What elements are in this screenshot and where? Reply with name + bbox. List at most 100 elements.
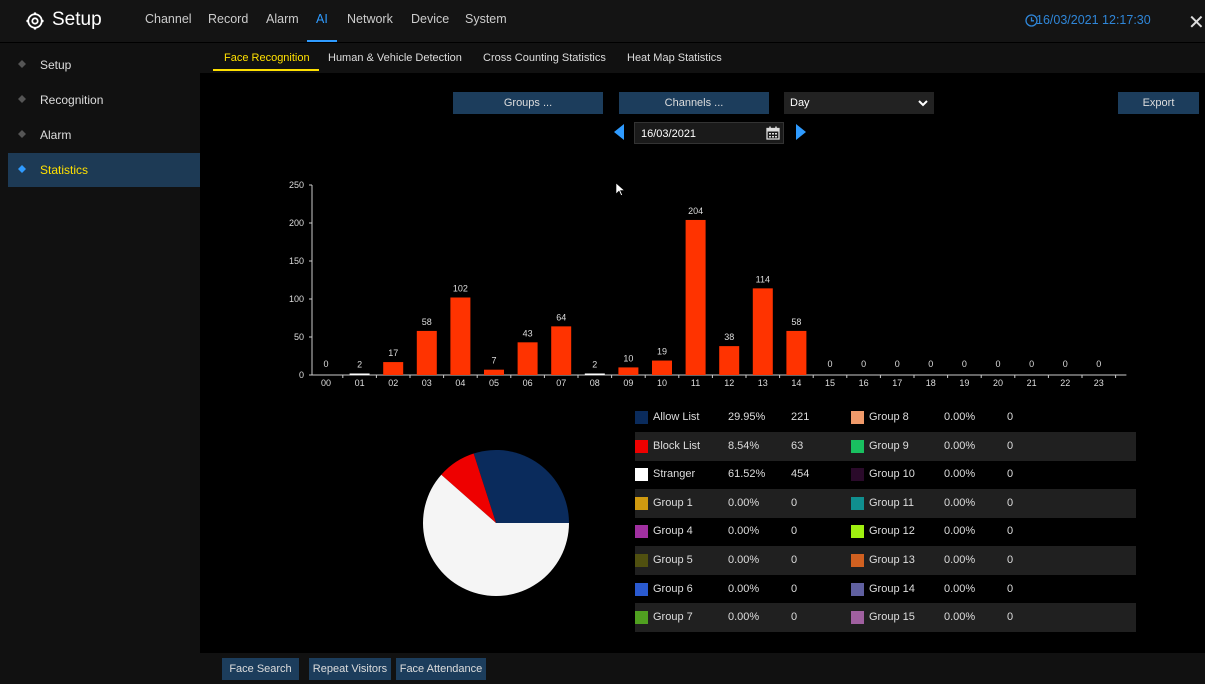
bar-value-label: 0 bbox=[827, 359, 832, 369]
nav-network[interactable]: Network bbox=[347, 12, 393, 26]
y-tick-label: 150 bbox=[289, 256, 304, 266]
chart-bar bbox=[618, 367, 639, 375]
x-tick-label: 17 bbox=[892, 378, 902, 388]
bar-value-label: 64 bbox=[556, 312, 566, 322]
chart-bar bbox=[652, 360, 672, 375]
chart-bar bbox=[450, 297, 471, 375]
legend-pct: 0.00% bbox=[944, 525, 976, 538]
legend-count: 63 bbox=[791, 439, 804, 452]
legend-color-swatch bbox=[851, 611, 864, 625]
sidebar-item-recognition[interactable]: Recognition bbox=[8, 83, 200, 117]
legend-count: 0 bbox=[1007, 554, 1014, 566]
bar-value-label: 102 bbox=[453, 283, 468, 293]
chevron-left-icon[interactable] bbox=[612, 123, 626, 141]
system-datetime: 16/03/2021 12:17:30 bbox=[1036, 13, 1151, 27]
x-tick-label: 13 bbox=[758, 378, 768, 388]
diamond-icon bbox=[18, 95, 26, 103]
export-button[interactable]: Export bbox=[1118, 92, 1199, 114]
legend-color-swatch bbox=[635, 411, 648, 424]
bar-value-label: 38 bbox=[724, 332, 734, 342]
bar-value-label: 0 bbox=[1029, 359, 1034, 369]
chart-bar bbox=[786, 330, 807, 375]
chart-bar bbox=[752, 288, 773, 375]
legend-pct: 0.00% bbox=[944, 554, 976, 566]
nav-alarm[interactable]: Alarm bbox=[266, 12, 299, 26]
legend-pct: 8.54% bbox=[728, 439, 760, 452]
period-select-value: Day bbox=[790, 97, 810, 109]
nav-system[interactable]: System bbox=[465, 12, 507, 26]
bar-value-label: 0 bbox=[1096, 359, 1101, 369]
legend-count: 0 bbox=[791, 554, 798, 566]
x-tick-label: 01 bbox=[355, 378, 365, 388]
legend-name: Group 13 bbox=[869, 554, 915, 566]
legend-count: 0 bbox=[1007, 496, 1014, 509]
legend-pct: 0.00% bbox=[944, 439, 976, 452]
tab-heat-map-statistics[interactable]: Heat Map Statistics bbox=[627, 52, 722, 64]
legend-color-swatch bbox=[851, 496, 864, 510]
nav-device[interactable]: Device bbox=[411, 12, 449, 26]
sidebar-item-statistics[interactable]: Statistics bbox=[8, 153, 200, 187]
x-tick-label: 00 bbox=[321, 378, 331, 388]
legend-name: Group 1 bbox=[653, 496, 693, 509]
face-search-button[interactable]: Face Search bbox=[222, 658, 299, 680]
legend-name: Block List bbox=[653, 439, 701, 452]
nav-record[interactable]: Record bbox=[208, 12, 248, 26]
bar-value-label: 17 bbox=[388, 348, 398, 358]
x-tick-label: 11 bbox=[691, 378, 700, 388]
x-tick-label: 12 bbox=[724, 378, 734, 388]
x-tick-label: 14 bbox=[791, 378, 801, 388]
sidebar-item-alarm[interactable]: Alarm bbox=[8, 118, 200, 152]
legend-color-swatch bbox=[635, 582, 648, 596]
bar-value-label: 7 bbox=[491, 356, 496, 366]
legend-name: Group 4 bbox=[653, 525, 693, 538]
legend-color-swatch bbox=[635, 468, 648, 482]
diamond-icon bbox=[18, 165, 26, 173]
legend-pct: 0.00% bbox=[944, 468, 976, 481]
legend-count: 0 bbox=[791, 582, 798, 595]
period-select[interactable]: Day bbox=[784, 92, 934, 114]
legend-count: 454 bbox=[791, 468, 810, 481]
x-tick-label: 23 bbox=[1094, 378, 1104, 388]
x-tick-label: 03 bbox=[422, 378, 432, 388]
sidebar: Setup Recognition Alarm Statistics bbox=[0, 43, 200, 684]
nav-ai[interactable]: AI bbox=[316, 12, 328, 26]
channels-button[interactable]: Channels ... bbox=[619, 92, 769, 114]
legend-pct: 0.00% bbox=[728, 496, 760, 509]
legend-count: 0 bbox=[1007, 611, 1014, 624]
chart-bar bbox=[383, 362, 404, 375]
x-tick-label: 19 bbox=[959, 378, 969, 388]
chart-bar bbox=[584, 373, 605, 375]
chart-bar bbox=[416, 330, 437, 375]
calendar-icon bbox=[766, 126, 780, 140]
legend-pct: 0.00% bbox=[728, 582, 760, 595]
bar-value-label: 0 bbox=[1063, 359, 1068, 369]
legend-name: Stranger bbox=[653, 468, 696, 481]
tab-face-recognition[interactable]: Face Recognition bbox=[224, 52, 310, 64]
date-picker[interactable]: 16/03/2021 bbox=[634, 122, 784, 144]
legend-pct: 0.00% bbox=[728, 554, 760, 566]
bar-value-label: 43 bbox=[523, 328, 533, 338]
legend-count: 0 bbox=[1007, 468, 1014, 481]
legend-color-swatch bbox=[635, 611, 648, 625]
legend-name: Group 8 bbox=[869, 411, 909, 423]
groups-button[interactable]: Groups ... bbox=[453, 92, 603, 114]
repeat-visitors-button[interactable]: Repeat Visitors bbox=[309, 658, 391, 680]
legend-pct: 0.00% bbox=[944, 411, 976, 423]
tab-human-vehicle-detection[interactable]: Human & Vehicle Detection bbox=[328, 52, 462, 64]
tab-cross-counting-statistics[interactable]: Cross Counting Statistics bbox=[483, 52, 606, 64]
face-attendance-button[interactable]: Face Attendance bbox=[396, 658, 486, 680]
legend-count: 0 bbox=[1007, 411, 1014, 423]
close-icon[interactable]: ✕ bbox=[1188, 10, 1205, 35]
y-tick-label: 50 bbox=[294, 332, 304, 342]
legend-color-swatch bbox=[635, 554, 648, 567]
chevron-right-icon[interactable] bbox=[794, 123, 808, 141]
nav-channel[interactable]: Channel bbox=[145, 12, 192, 26]
bar-value-label: 0 bbox=[995, 359, 1000, 369]
legend-name: Group 11 bbox=[869, 496, 915, 509]
sidebar-item-setup[interactable]: Setup bbox=[8, 48, 200, 82]
legend-name: Group 14 bbox=[869, 582, 915, 595]
legend-name: Group 15 bbox=[869, 611, 915, 624]
active-nav-indicator bbox=[307, 40, 337, 42]
legend-row: Group 5 0.00% 0 Group 13 0.00% 0 bbox=[635, 546, 1136, 575]
legend-name: Group 9 bbox=[869, 439, 909, 452]
